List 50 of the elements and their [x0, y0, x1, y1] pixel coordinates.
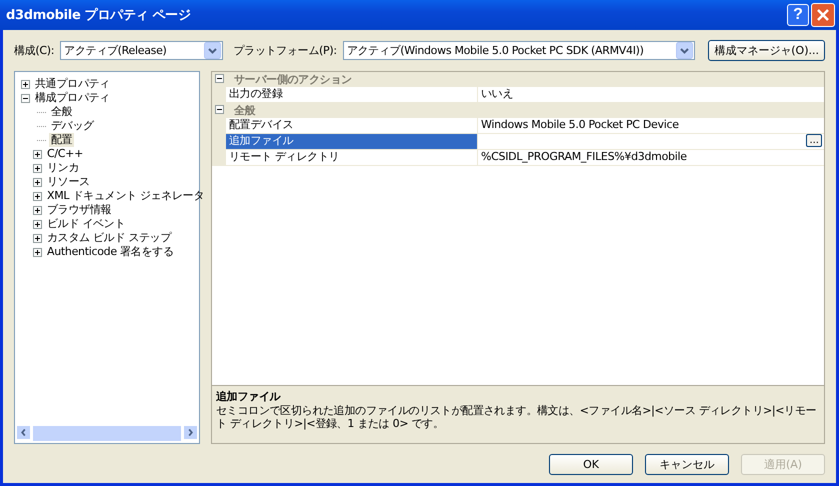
- description-title: 追加ファイル: [216, 389, 282, 404]
- tree-item[interactable]: XML ドキュメント ジェネレータ: [45, 189, 206, 203]
- close-icon[interactable]: [811, 3, 835, 27]
- expand-toggle-icon[interactable]: [21, 80, 30, 88]
- tree-item[interactable]: 全般: [49, 105, 74, 119]
- collapse-toggle-icon[interactable]: [215, 74, 224, 83]
- expand-toggle-icon[interactable]: [33, 234, 42, 242]
- config-manager-button[interactable]: 構成マネージャ(O)...: [708, 40, 825, 61]
- scrollbar-thumb[interactable]: [32, 425, 182, 442]
- property-name[interactable]: 追加ファイル: [226, 134, 478, 149]
- tree-item[interactable]: 共通プロパティ: [33, 77, 112, 91]
- category-header: サーバー側のアクション: [233, 72, 352, 87]
- collapse-toggle-icon[interactable]: [215, 105, 224, 114]
- window-title: d3dmobile プロパティ ページ: [6, 6, 192, 24]
- tree-item[interactable]: カスタム ビルド ステップ: [45, 231, 174, 245]
- dialog-button[interactable]: キャンセル: [645, 454, 729, 475]
- expand-toggle-icon[interactable]: [33, 192, 42, 200]
- property-value[interactable]: いいえ: [481, 87, 514, 102]
- expand-toggle-icon[interactable]: [33, 220, 42, 228]
- tree-item[interactable]: デバッグ: [49, 119, 96, 133]
- expand-toggle-icon[interactable]: [33, 150, 42, 158]
- tree-item[interactable]: ブラウザ情報: [45, 203, 114, 217]
- expand-toggle-icon[interactable]: [33, 248, 42, 256]
- category-header: 全般: [233, 103, 256, 118]
- property-value[interactable]: %CSIDL_PROGRAM_FILES%¥d3dmobile: [481, 150, 687, 165]
- tree-item[interactable]: リソース: [45, 175, 92, 189]
- collapse-toggle-icon[interactable]: [21, 94, 30, 102]
- scroll-left-icon[interactable]: [16, 425, 31, 440]
- tree-item[interactable]: ビルド イベント: [45, 217, 128, 231]
- help-button[interactable]: ?: [787, 4, 809, 26]
- description-text: セミコロンで区切られた追加のファイルのリストが配置されます。構文は、<ファイル名>|<ソース ディレクトリ>|<リモート ディレクトリ>|<登録、1 または 0> です。: [216, 404, 818, 430]
- expand-toggle-icon[interactable]: [33, 164, 42, 172]
- property-name[interactable]: 配置デバイス: [226, 118, 478, 133]
- tree-item[interactable]: C/C++: [45, 147, 86, 161]
- expand-toggle-icon[interactable]: [33, 178, 42, 186]
- browse-button[interactable]: ...: [806, 134, 822, 147]
- tree-item[interactable]: 構成プロパティ: [33, 91, 112, 105]
- scroll-right-icon[interactable]: [183, 425, 198, 440]
- dialog-button[interactable]: OK: [549, 454, 633, 475]
- tree-item[interactable]: 配置: [49, 133, 74, 147]
- config-label: 構成(C):: [14, 43, 54, 58]
- property-name[interactable]: リモート ディレクトリ: [226, 150, 478, 165]
- property-name[interactable]: 出力の登録: [226, 87, 478, 102]
- platform-label: プラットフォーム(P):: [233, 43, 337, 58]
- tree-item[interactable]: リンカ: [45, 161, 82, 175]
- tree-item[interactable]: Authenticode 署名をする: [45, 245, 176, 259]
- expand-toggle-icon[interactable]: [33, 206, 42, 214]
- platform-dropdown[interactable]: アクティブ(Windows Mobile 5.0 Pocket PC SDK (ARMV4I)): [342, 41, 696, 60]
- config-dropdown[interactable]: アクティブ(Release): [60, 41, 224, 60]
- property-value[interactable]: Windows Mobile 5.0 Pocket PC Device: [481, 118, 679, 133]
